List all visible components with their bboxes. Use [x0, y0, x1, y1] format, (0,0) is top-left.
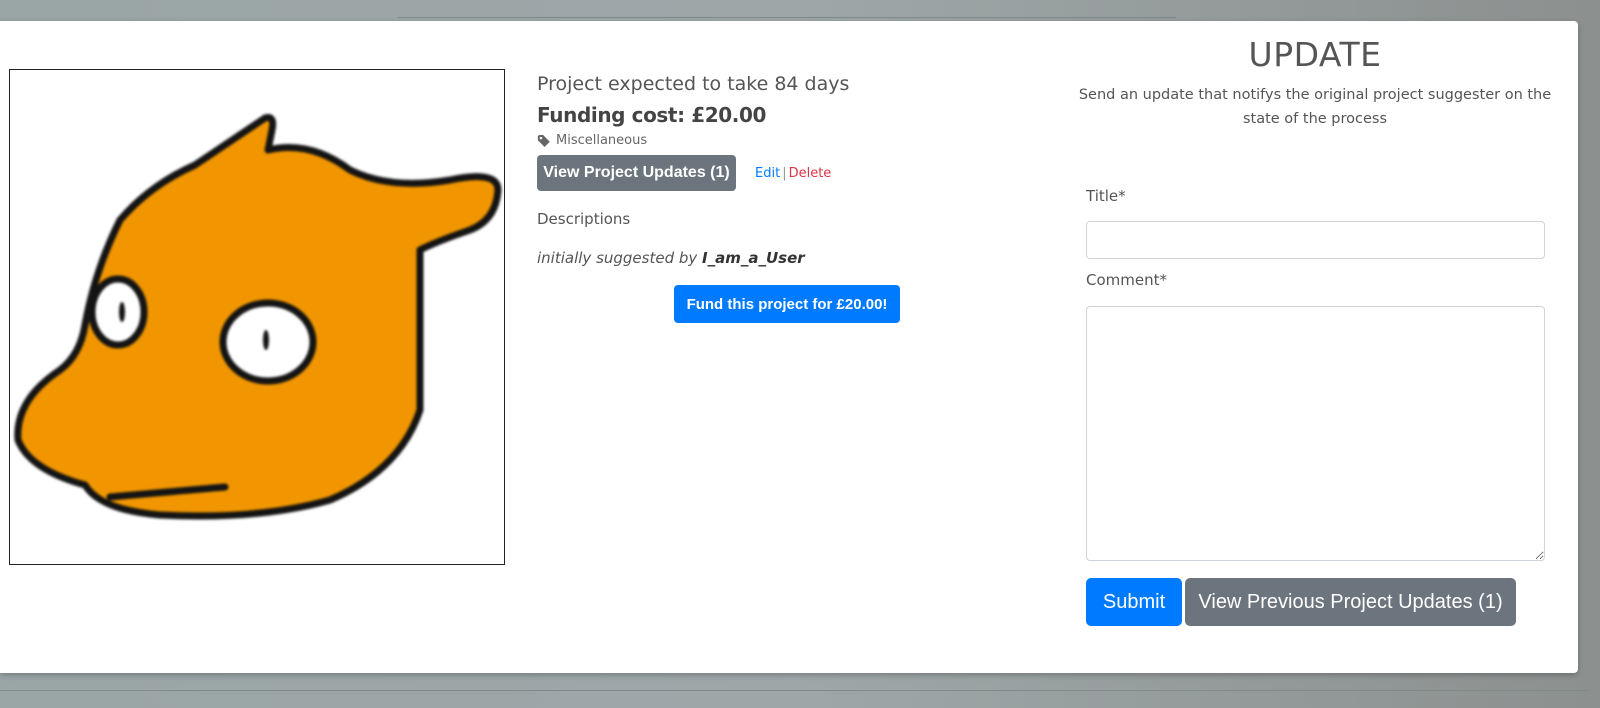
tag-icon — [537, 134, 550, 147]
descriptions-heading: Descriptions — [537, 210, 631, 228]
project-duration: Project expected to take 84 days — [537, 73, 850, 95]
suggester-username: I_am_a_User — [702, 249, 805, 267]
edit-delete-links: Edit | Delete — [755, 166, 831, 181]
suggested-by-line: initially suggested by I_am_a_User — [537, 249, 805, 267]
bottom-divider — [0, 690, 1590, 691]
view-project-updates-button[interactable]: View Project Updates (1) — [537, 155, 736, 191]
link-separator: | — [782, 166, 787, 181]
edit-link[interactable]: Edit — [755, 166, 780, 181]
category-label: Miscellaneous — [556, 133, 648, 148]
project-card: Project expected to take 84 days Funding… — [0, 21, 1578, 673]
suggested-prefix: initially suggested by — [537, 249, 703, 267]
delete-link[interactable]: Delete — [789, 166, 832, 181]
view-previous-updates-button[interactable]: View Previous Project Updates (1) — [1185, 578, 1516, 626]
creature-illustration — [14, 114, 502, 520]
comment-textarea[interactable] — [1086, 306, 1545, 561]
fund-project-button[interactable]: Fund this project for £20.00! — [674, 285, 900, 323]
comment-label: Comment* — [1086, 271, 1167, 289]
title-input[interactable] — [1086, 221, 1545, 259]
submit-button[interactable]: Submit — [1086, 578, 1182, 626]
update-heading: UPDATE — [1248, 35, 1382, 74]
update-subtitle: Send an update that notifys the original… — [1078, 87, 1552, 127]
category-tag: Miscellaneous — [537, 133, 647, 148]
project-image — [9, 69, 505, 565]
funding-cost: Funding cost: £20.00 — [537, 103, 767, 127]
title-label: Title* — [1086, 187, 1126, 205]
top-divider — [398, 17, 1176, 18]
